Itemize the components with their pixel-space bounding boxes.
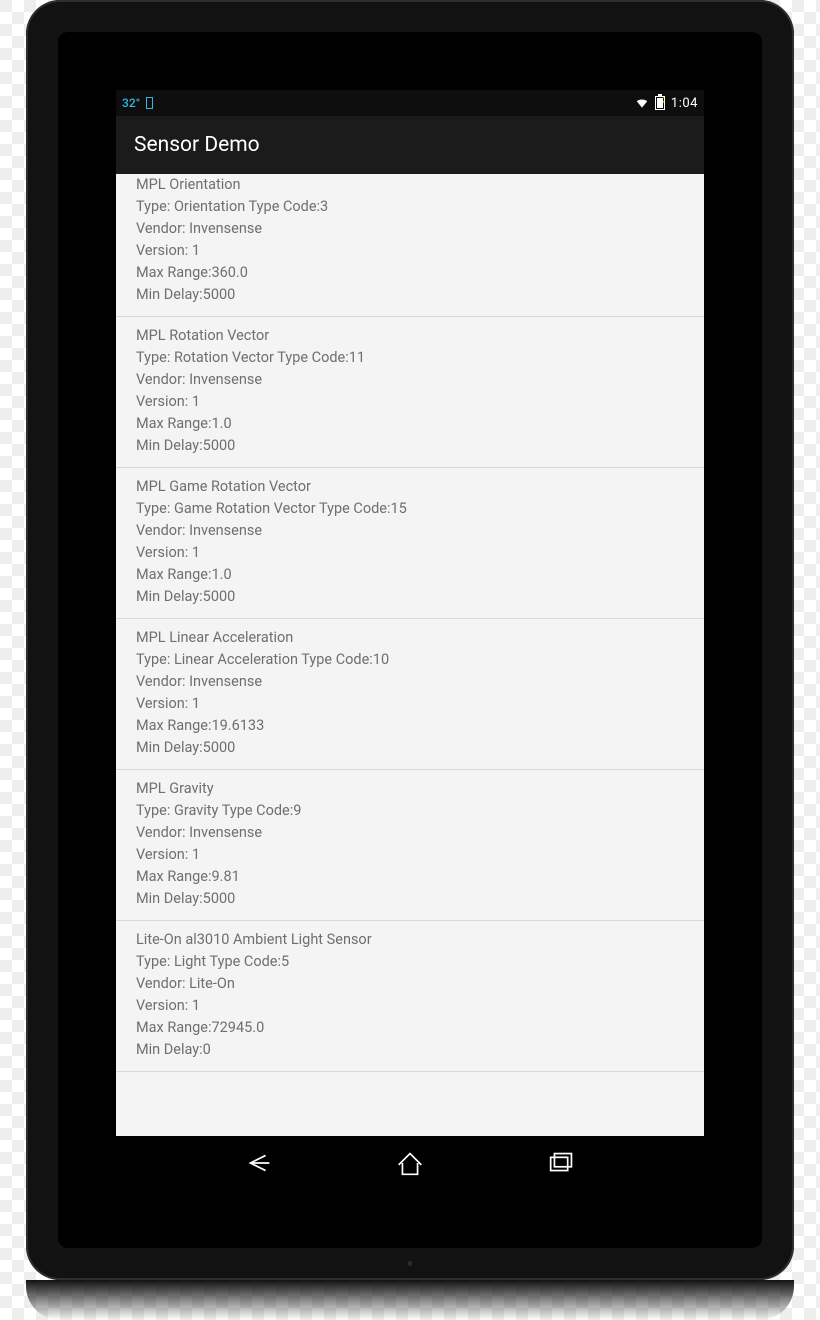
sensor-list[interactable]: MPL OrientationType: Orientation Type Co…	[116, 174, 704, 1072]
sensor-field: Type: Light Type Code:5	[136, 951, 684, 973]
sensor-item[interactable]: MPL OrientationType: Orientation Type Co…	[116, 174, 704, 317]
notification-icon	[146, 97, 153, 109]
sensor-item[interactable]: MPL GravityType: Gravity Type Code:9Vend…	[116, 770, 704, 921]
sensor-field: Max Range:19.6133	[136, 715, 684, 737]
sensor-field: Vendor: Invensense	[136, 218, 684, 240]
app-title: Sensor Demo	[134, 133, 260, 157]
sensor-field: Min Delay:5000	[136, 586, 684, 608]
sensor-item[interactable]: MPL Linear AccelerationType: Linear Acce…	[116, 619, 704, 770]
battery-charging-icon: ⚡	[655, 96, 665, 110]
sensor-field: Version: 1	[136, 391, 684, 413]
action-bar: Sensor Demo	[116, 116, 704, 174]
temperature-indicator: 32°	[122, 96, 140, 110]
wifi-icon	[635, 96, 649, 110]
sensor-field: Vendor: Invensense	[136, 671, 684, 693]
screen-bezel: 32° ⚡ 1:04 Sensor Demo MPL OrientationTy…	[58, 32, 762, 1248]
sensor-name: MPL Orientation	[136, 174, 684, 196]
sensor-field: Type: Game Rotation Vector Type Code:15	[136, 498, 684, 520]
sensor-name: Lite-On al3010 Ambient Light Sensor	[136, 929, 684, 951]
status-left: 32°	[122, 96, 153, 110]
sensor-name: MPL Game Rotation Vector	[136, 476, 684, 498]
status-right: ⚡ 1:04	[635, 96, 698, 111]
sensor-item[interactable]: MPL Rotation VectorType: Rotation Vector…	[116, 317, 704, 468]
sensor-field: Type: Linear Acceleration Type Code:10	[136, 649, 684, 671]
android-status-bar: 32° ⚡ 1:04	[116, 90, 704, 116]
sensor-field: Min Delay:5000	[136, 888, 684, 910]
home-indicator	[408, 1261, 413, 1266]
sensor-field: Vendor: Invensense	[136, 369, 684, 391]
screen: 32° ⚡ 1:04 Sensor Demo MPL OrientationTy…	[116, 90, 704, 1190]
sensor-field: Min Delay:0	[136, 1039, 684, 1061]
sensor-field: Type: Orientation Type Code:3	[136, 196, 684, 218]
sensor-name: MPL Linear Acceleration	[136, 627, 684, 649]
sensor-field: Vendor: Lite-On	[136, 973, 684, 995]
device-shadow	[26, 1280, 794, 1320]
sensor-field: Min Delay:5000	[136, 435, 684, 457]
sensor-name: MPL Rotation Vector	[136, 325, 684, 347]
clock: 1:04	[671, 96, 698, 111]
back-button[interactable]	[241, 1146, 275, 1180]
sensor-field: Max Range:72945.0	[136, 1017, 684, 1039]
content-area[interactable]: MPL OrientationType: Orientation Type Co…	[116, 174, 704, 1136]
sensor-item[interactable]: Lite-On al3010 Ambient Light SensorType:…	[116, 921, 704, 1072]
sensor-field: Version: 1	[136, 844, 684, 866]
sensor-field: Version: 1	[136, 240, 684, 262]
recent-apps-button[interactable]	[545, 1146, 579, 1180]
sensor-field: Min Delay:5000	[136, 737, 684, 759]
sensor-field: Min Delay:5000	[136, 284, 684, 306]
sensor-field: Max Range:1.0	[136, 413, 684, 435]
sensor-item[interactable]: MPL Game Rotation VectorType: Game Rotat…	[116, 468, 704, 619]
sensor-field: Vendor: Invensense	[136, 822, 684, 844]
sensor-field: Version: 1	[136, 693, 684, 715]
sensor-field: Version: 1	[136, 542, 684, 564]
sensor-field: Type: Rotation Vector Type Code:11	[136, 347, 684, 369]
sensor-field: Max Range:9.81	[136, 866, 684, 888]
tablet-device-frame: 32° ⚡ 1:04 Sensor Demo MPL OrientationTy…	[26, 0, 794, 1280]
home-button[interactable]	[393, 1146, 427, 1180]
sensor-field: Type: Gravity Type Code:9	[136, 800, 684, 822]
sensor-field: Max Range:1.0	[136, 564, 684, 586]
android-nav-bar	[116, 1136, 704, 1190]
sensor-field: Max Range:360.0	[136, 262, 684, 284]
sensor-field: Version: 1	[136, 995, 684, 1017]
sensor-field: Vendor: Invensense	[136, 520, 684, 542]
sensor-name: MPL Gravity	[136, 778, 684, 800]
